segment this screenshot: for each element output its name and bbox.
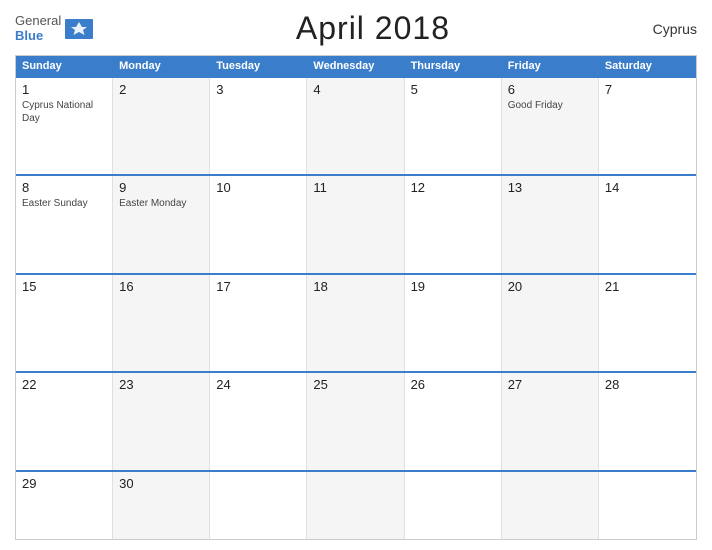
cal-cell-w2-d2: 9 Easter Monday: [113, 176, 210, 272]
day-number: 19: [411, 279, 495, 294]
day-number: 9: [119, 180, 203, 195]
page: GeneralBlue April 2018 Cyprus Sunday Mon…: [0, 0, 712, 550]
header-friday: Friday: [502, 56, 599, 76]
cal-cell-w3-d7: 21: [599, 275, 696, 371]
day-number: 6: [508, 82, 592, 97]
cal-cell-w2-d5: 12: [405, 176, 502, 272]
day-number: 10: [216, 180, 300, 195]
day-number: 4: [313, 82, 397, 97]
cal-cell-w2-d1: 8 Easter Sunday: [16, 176, 113, 272]
day-event: Good Friday: [508, 99, 592, 112]
cal-cell-w3-d4: 18: [307, 275, 404, 371]
day-number: 26: [411, 377, 495, 392]
day-number: 18: [313, 279, 397, 294]
day-number: 14: [605, 180, 690, 195]
day-event: Easter Monday: [119, 197, 203, 210]
day-number: 21: [605, 279, 690, 294]
cal-cell-w3-d3: 17: [210, 275, 307, 371]
cal-cell-w4-d2: 23: [113, 373, 210, 469]
calendar: Sunday Monday Tuesday Wednesday Thursday…: [15, 55, 697, 540]
cal-cell-w1-d1: 1 Cyprus NationalDay: [16, 78, 113, 174]
day-number: 7: [605, 82, 690, 97]
day-number: 20: [508, 279, 592, 294]
cal-cell-w5-d5: [405, 472, 502, 539]
cal-cell-w4-d1: 22: [16, 373, 113, 469]
day-number: 8: [22, 180, 106, 195]
day-number: 5: [411, 82, 495, 97]
cal-cell-w5-d6: [502, 472, 599, 539]
header-saturday: Saturday: [599, 56, 696, 76]
header-wednesday: Wednesday: [307, 56, 404, 76]
day-number: 12: [411, 180, 495, 195]
week-row-5: 29 30: [16, 470, 696, 539]
cal-cell-w5-d7: [599, 472, 696, 539]
day-number: 17: [216, 279, 300, 294]
week-row-3: 15 16 17 18 19 20 21: [16, 273, 696, 371]
cal-cell-w1-d4: 4: [307, 78, 404, 174]
day-number: 25: [313, 377, 397, 392]
logo-text: GeneralBlue: [15, 14, 61, 43]
cal-cell-w3-d6: 20: [502, 275, 599, 371]
day-number: 23: [119, 377, 203, 392]
month-title: April 2018: [296, 10, 450, 47]
day-number: 22: [22, 377, 106, 392]
calendar-header: Sunday Monday Tuesday Wednesday Thursday…: [16, 56, 696, 76]
week-row-1: 1 Cyprus NationalDay 23456 Good Friday 7: [16, 76, 696, 174]
day-number: 1: [22, 82, 106, 97]
logo-flag-icon: [65, 19, 93, 39]
cal-cell-w1-d5: 5: [405, 78, 502, 174]
day-number: 15: [22, 279, 106, 294]
country-name: Cyprus: [653, 21, 697, 37]
cal-cell-w5-d2: 30: [113, 472, 210, 539]
cal-cell-w4-d3: 24: [210, 373, 307, 469]
day-number: 28: [605, 377, 690, 392]
cal-cell-w2-d3: 10: [210, 176, 307, 272]
day-number: 30: [119, 476, 203, 491]
cal-cell-w2-d7: 14: [599, 176, 696, 272]
cal-cell-w1-d2: 2: [113, 78, 210, 174]
cal-cell-w4-d6: 27: [502, 373, 599, 469]
day-number: 13: [508, 180, 592, 195]
cal-cell-w3-d2: 16: [113, 275, 210, 371]
cal-cell-w2-d4: 11: [307, 176, 404, 272]
day-event: Easter Sunday: [22, 197, 106, 210]
day-number: 11: [313, 180, 397, 195]
cal-cell-w1-d7: 7: [599, 78, 696, 174]
day-event: Day: [22, 112, 106, 125]
logo: GeneralBlue: [15, 14, 93, 43]
cal-cell-w4-d7: 28: [599, 373, 696, 469]
week-row-4: 22 23 24 25 26 27 28: [16, 371, 696, 469]
day-number: 2: [119, 82, 203, 97]
cal-cell-w5-d3: [210, 472, 307, 539]
day-number: 3: [216, 82, 300, 97]
cal-cell-w1-d6: 6 Good Friday: [502, 78, 599, 174]
cal-cell-w4-d5: 26: [405, 373, 502, 469]
cal-cell-w1-d3: 3: [210, 78, 307, 174]
cal-cell-w3-d5: 19: [405, 275, 502, 371]
header-tuesday: Tuesday: [210, 56, 307, 76]
day-number: 24: [216, 377, 300, 392]
day-number: 16: [119, 279, 203, 294]
header-thursday: Thursday: [405, 56, 502, 76]
day-number: 27: [508, 377, 592, 392]
header-sunday: Sunday: [16, 56, 113, 76]
cal-cell-w5-d1: 29: [16, 472, 113, 539]
cal-cell-w4-d4: 25: [307, 373, 404, 469]
header: GeneralBlue April 2018 Cyprus: [15, 10, 697, 47]
cal-cell-w2-d6: 13: [502, 176, 599, 272]
cal-cell-w5-d4: [307, 472, 404, 539]
week-row-2: 8 Easter Sunday 9 Easter Monday 10 11 12 13 14: [16, 174, 696, 272]
day-number: 29: [22, 476, 106, 491]
cal-cell-w3-d1: 15: [16, 275, 113, 371]
header-monday: Monday: [113, 56, 210, 76]
day-event: Cyprus National: [22, 99, 106, 112]
calendar-body: 1Cyprus NationalDay23456Good Friday78Eas…: [16, 76, 696, 539]
